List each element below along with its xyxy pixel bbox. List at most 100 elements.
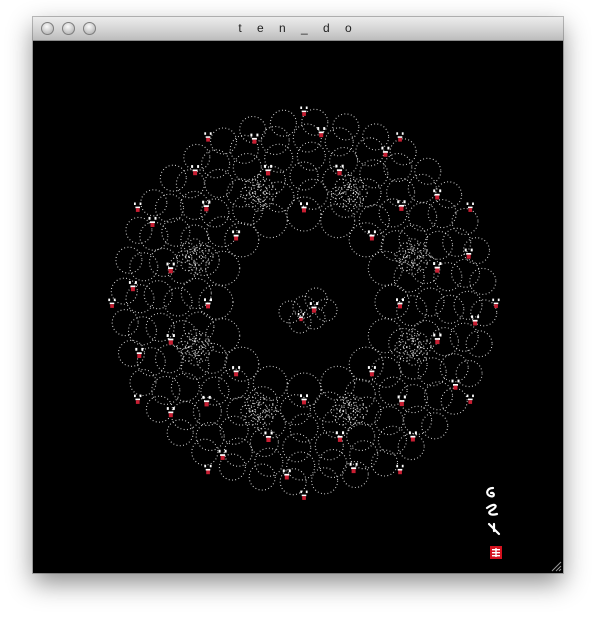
- dotted-circle: [254, 447, 284, 477]
- title-bar[interactable]: t e n _ d o: [33, 17, 563, 41]
- canvas-area[interactable]: [33, 41, 563, 573]
- dotted-circle: [282, 433, 312, 463]
- face-glyph: [232, 366, 241, 377]
- dotted-circle: [143, 280, 173, 310]
- faces-layer: [108, 106, 500, 500]
- face-glyph: [466, 202, 474, 212]
- dotted-circle: [332, 113, 360, 141]
- dotted-circle: [148, 247, 179, 277]
- dotted-circle: [194, 346, 210, 362]
- dotted-circle: [286, 451, 316, 481]
- dotted-circle: [209, 127, 238, 155]
- dotted-circle: [423, 230, 454, 260]
- dotted-circle: [414, 157, 442, 185]
- face-glyph: [396, 298, 404, 309]
- face-glyph: [232, 230, 241, 241]
- face-glyph: [204, 464, 212, 475]
- app-window: t e n _ d o: [33, 17, 563, 573]
- dotted-circle: [334, 178, 350, 194]
- dotted-circle: [260, 125, 290, 156]
- dotted-circle: [398, 332, 414, 348]
- dotted-circle: [415, 287, 445, 317]
- dotted-circle: [427, 199, 457, 229]
- dotted-circle: [403, 405, 433, 435]
- dotted-circle: [244, 396, 260, 412]
- dotted-circle: [380, 230, 412, 262]
- dotted-circle: [183, 143, 211, 171]
- face-glyph: [464, 248, 473, 259]
- dotted-circle: [258, 192, 274, 208]
- face-glyph: [466, 394, 474, 404]
- generative-artwork: [108, 106, 502, 559]
- window-title: t e n _ d o: [238, 21, 358, 35]
- face-glyph: [433, 333, 442, 345]
- dotted-circle: [374, 284, 410, 320]
- dotted-circle: [311, 467, 339, 495]
- face-glyph: [108, 298, 116, 308]
- dotted-circle: [218, 368, 250, 400]
- dotted-circle: [232, 152, 262, 183]
- face-glyph: [433, 262, 442, 273]
- dotted-circle: [205, 318, 241, 354]
- face-glyph: [148, 216, 157, 227]
- face-glyph: [204, 298, 212, 309]
- dotted-circle: [450, 258, 481, 288]
- dotted-circle: [180, 350, 210, 380]
- dotted-circle: [223, 437, 253, 467]
- dotted-circle: [111, 309, 139, 337]
- face-glyph: [492, 298, 500, 308]
- dotted-circle: [329, 146, 359, 177]
- dotted-circle: [129, 252, 159, 282]
- dotted-circle: [204, 168, 234, 198]
- dotted-circle: [398, 224, 428, 254]
- dotted-circle: [180, 332, 196, 348]
- dotted-circle: [386, 177, 416, 208]
- dotted-circle: [318, 448, 348, 479]
- dotted-circle: [258, 410, 274, 426]
- dotted-circle: [408, 202, 438, 232]
- resize-grip-icon[interactable]: [550, 560, 562, 572]
- dotted-circle: [324, 127, 354, 157]
- dotted-circle: [411, 320, 441, 350]
- face-glyph: [250, 133, 259, 144]
- dotted-circle: [412, 242, 428, 258]
- dotted-circle: [161, 217, 191, 247]
- dotted-circle: [429, 327, 460, 357]
- dotted-circle: [289, 413, 319, 443]
- dotted-circle: [348, 192, 364, 208]
- dotted-circle: [355, 137, 385, 167]
- face-glyph: [367, 230, 376, 241]
- face-glyph: [335, 431, 345, 442]
- dotted-circles: [110, 108, 498, 496]
- dotted-circle: [383, 152, 413, 183]
- dotted-circle: [244, 410, 260, 426]
- dotted-circle: [125, 284, 155, 314]
- dotted-circle: [279, 468, 307, 496]
- dotted-circle: [224, 346, 260, 382]
- dotted-circle: [115, 246, 143, 274]
- face-glyph: [202, 200, 211, 212]
- dotted-circle: [194, 242, 210, 258]
- dotted-circle: [191, 438, 219, 466]
- dotted-circle: [269, 109, 297, 137]
- dotted-circle: [248, 463, 276, 491]
- face-glyph: [396, 132, 404, 142]
- dotted-circle: [278, 300, 302, 324]
- face-glyph: [264, 431, 273, 442]
- dotted-circle: [348, 396, 364, 412]
- face-glyph: [396, 464, 404, 475]
- face-glyph: [166, 407, 175, 418]
- dotted-circle: [194, 332, 210, 348]
- dotted-circle: [398, 256, 414, 272]
- dotted-circle: [377, 425, 407, 455]
- dotted-circle: [412, 256, 428, 272]
- dotted-circle: [163, 287, 193, 317]
- face-glyph: [451, 379, 460, 390]
- dotted-circle: [412, 346, 428, 362]
- dotted-circle: [440, 387, 468, 415]
- dotted-circle: [469, 267, 497, 295]
- face-glyph: [397, 200, 406, 211]
- dotted-circle: [439, 353, 469, 383]
- dotted-circle: [263, 181, 295, 213]
- face-glyph: [134, 202, 142, 212]
